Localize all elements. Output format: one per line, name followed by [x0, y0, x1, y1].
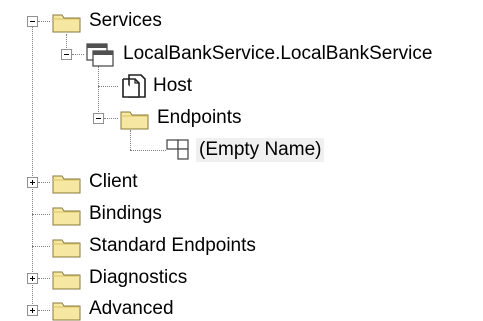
- configuration-tree: Services LocalBankService.LocalBankServi…: [0, 0, 483, 321]
- tree-item-empty-name[interactable]: (Empty Name): [196, 138, 325, 162]
- service-node-collapse-toggle[interactable]: [61, 49, 72, 60]
- tree-connector: [38, 310, 50, 311]
- tree-item-endpoints[interactable]: Endpoints: [154, 106, 245, 130]
- tree-connector: [38, 278, 50, 279]
- tree-item-standard-endpoints[interactable]: Standard Endpoints: [86, 234, 259, 258]
- folder-icon: [120, 111, 149, 130]
- folder-icon: [52, 207, 81, 226]
- tree-connector: [98, 66, 99, 118]
- tree-connector: [104, 118, 118, 119]
- tree-connector: [72, 54, 84, 55]
- tree-item-diagnostics[interactable]: Diagnostics: [86, 266, 190, 290]
- client-expand-toggle[interactable]: [27, 177, 38, 188]
- tree-connector: [130, 130, 131, 150]
- tree-connector: [98, 86, 118, 87]
- advanced-expand-toggle[interactable]: [27, 305, 38, 316]
- folder-icon: [52, 175, 81, 194]
- service-icon: [86, 43, 114, 67]
- tree-item-host[interactable]: Host: [150, 74, 195, 98]
- folder-icon: [52, 239, 81, 258]
- tree-item-bindings[interactable]: Bindings: [86, 202, 165, 226]
- tree-item-service[interactable]: LocalBankService.LocalBankService: [120, 42, 435, 66]
- tree-connector: [32, 214, 50, 215]
- tree-connector: [32, 246, 50, 247]
- host-document-icon: [122, 74, 146, 98]
- folder-icon: [52, 14, 81, 33]
- tree-connector: [38, 21, 50, 22]
- folder-icon: [52, 302, 81, 321]
- endpoints-collapse-toggle[interactable]: [93, 113, 104, 124]
- tree-item-client[interactable]: Client: [86, 170, 141, 194]
- tree-item-services[interactable]: Services: [86, 9, 165, 33]
- endpoint-icon: [166, 139, 189, 160]
- tree-item-advanced[interactable]: Advanced: [86, 297, 177, 321]
- tree-connector: [130, 150, 166, 151]
- services-collapse-toggle[interactable]: [27, 16, 38, 27]
- diagnostics-expand-toggle[interactable]: [27, 273, 38, 284]
- folder-icon: [52, 271, 81, 290]
- tree-connector: [38, 182, 50, 183]
